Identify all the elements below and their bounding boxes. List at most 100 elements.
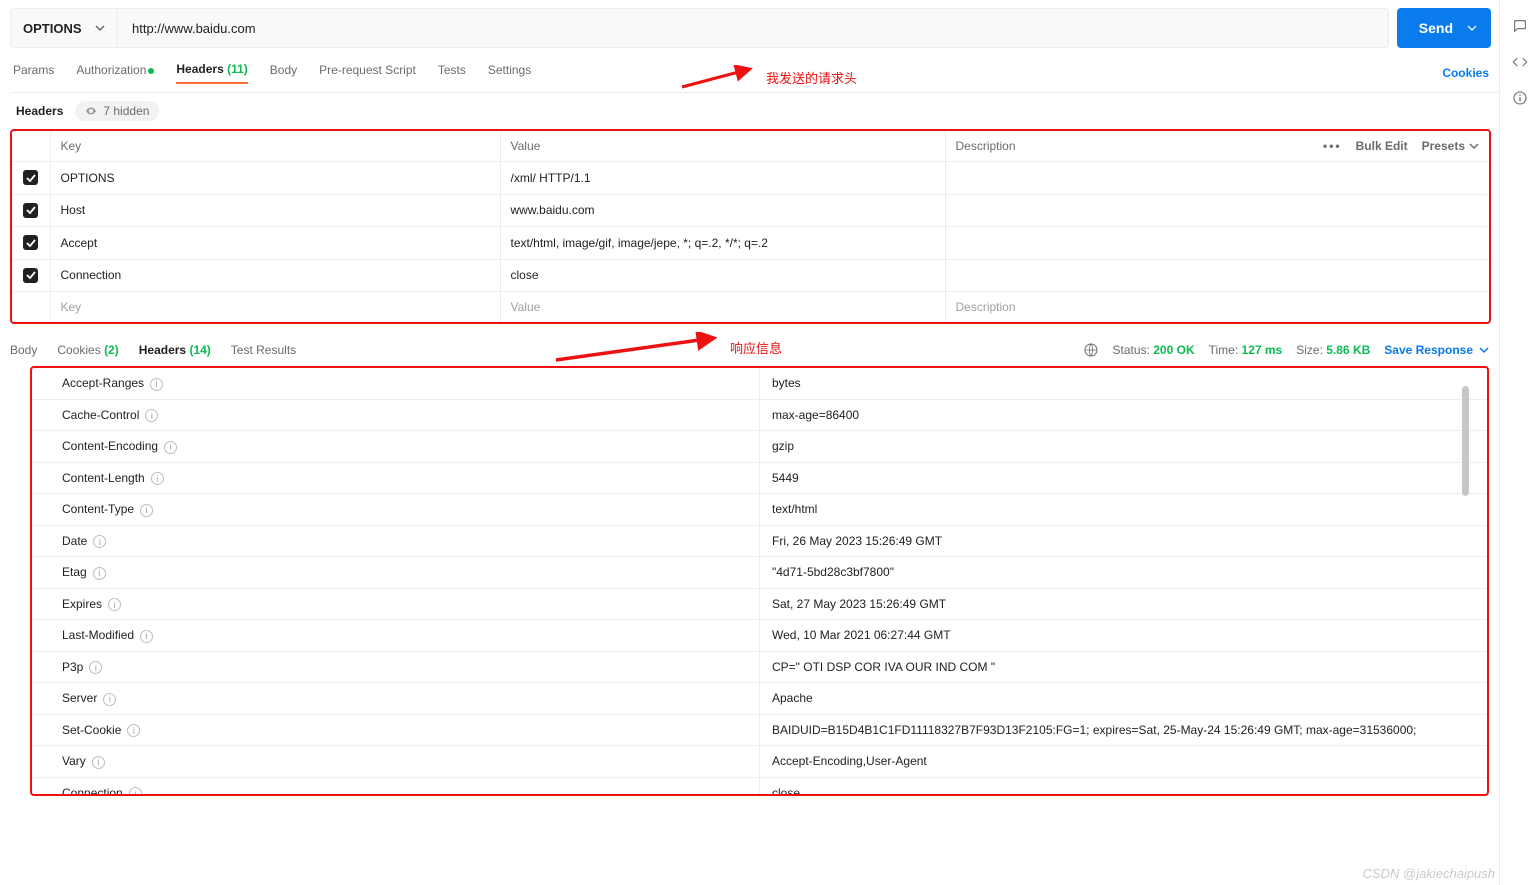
header-description[interactable] [945, 227, 1489, 260]
header-key[interactable]: OPTIONS [50, 162, 500, 195]
table-row-new[interactable]: KeyValueDescription [12, 292, 1489, 323]
scrollbar-thumb[interactable] [1462, 386, 1469, 496]
info-icon[interactable]: i [103, 693, 116, 706]
header-key[interactable]: Host [50, 194, 500, 227]
resp-tab-test-results[interactable]: Test Results [231, 343, 296, 357]
tab-body[interactable]: Body [270, 63, 297, 83]
header-value[interactable]: /xml/ HTTP/1.1 [500, 162, 945, 195]
table-row[interactable]: Accepttext/html, image/gif, image/jepe, … [12, 227, 1489, 260]
response-header-value: Fri, 26 May 2023 15:26:49 GMT [760, 525, 1488, 557]
response-header-value: BAIDUID=B15D4B1C1FD11118327B7F93D13F2105… [760, 714, 1488, 746]
response-header-value: Wed, 10 Mar 2021 06:27:44 GMT [760, 620, 1488, 652]
response-header-key: Content-Typei [32, 494, 760, 526]
hidden-headers-toggle[interactable]: 7 hidden [75, 101, 159, 121]
value-input[interactable]: Value [500, 292, 945, 323]
response-header-key: Datei [32, 525, 760, 557]
info-icon[interactable]: i [92, 756, 105, 769]
resp-tab-cookies[interactable]: Cookies (2) [57, 343, 118, 357]
method-select[interactable]: OPTIONS [10, 8, 118, 48]
table-row[interactable]: Hostwww.baidu.com [12, 194, 1489, 227]
presets-button[interactable]: Presets [1422, 139, 1479, 153]
tab-authorization[interactable]: Authorization [76, 63, 154, 83]
tab-settings[interactable]: Settings [488, 63, 531, 83]
table-row: Set-CookieiBAIDUID=B15D4B1C1FD11118327B7… [32, 714, 1487, 746]
save-response-button[interactable]: Save Response [1384, 343, 1489, 357]
size-block[interactable]: Size: 5.86 KB [1296, 343, 1370, 357]
col-key: Key [50, 131, 500, 162]
response-header-key: Content-Lengthi [32, 462, 760, 494]
tab-params[interactable]: Params [13, 63, 54, 83]
more-options-icon[interactable]: ••• [1323, 139, 1342, 153]
chevron-down-icon[interactable] [1467, 23, 1477, 33]
info-icon[interactable]: i [150, 378, 163, 391]
info-icon[interactable]: i [129, 787, 142, 794]
response-header-key: Accept-Rangesi [32, 368, 760, 399]
response-header-value: text/html [760, 494, 1488, 526]
table-row[interactable]: Connectionclose [12, 259, 1489, 292]
info-icon[interactable]: i [93, 567, 106, 580]
send-button[interactable]: Send [1397, 8, 1491, 48]
request-headers-table: Key Value Description ••• Bulk Edit Pres… [10, 129, 1491, 324]
checkbox-icon[interactable] [23, 235, 38, 250]
table-row: DateiFri, 26 May 2023 15:26:49 GMT [32, 525, 1487, 557]
code-icon[interactable] [1512, 54, 1528, 70]
right-sidebar [1499, 0, 1539, 885]
status-block[interactable]: Status: 200 OK [1113, 343, 1195, 357]
bulk-edit-button[interactable]: Bulk Edit [1356, 139, 1408, 153]
response-header-value: bytes [760, 368, 1488, 399]
table-row: P3piCP=" OTI DSP COR IVA OUR IND COM " [32, 651, 1487, 683]
table-row: Content-Encodingigzip [32, 431, 1487, 463]
key-input[interactable]: Key [50, 292, 500, 323]
network-icon[interactable] [1083, 342, 1099, 358]
chevron-down-icon [95, 23, 105, 33]
response-header-value: Apache [760, 683, 1488, 715]
response-header-value: Sat, 27 May 2023 15:26:49 GMT [760, 588, 1488, 620]
tab-tests[interactable]: Tests [438, 63, 466, 83]
table-row: Last-ModifiediWed, 10 Mar 2021 06:27:44 … [32, 620, 1487, 652]
eye-icon [85, 105, 97, 117]
col-description: Description ••• Bulk Edit Presets [945, 131, 1489, 162]
response-header-key: Content-Encodingi [32, 431, 760, 463]
tab-headers[interactable]: Headers (11) [176, 62, 247, 84]
checkbox-icon[interactable] [23, 170, 38, 185]
header-value[interactable]: www.baidu.com [500, 194, 945, 227]
table-row: VaryiAccept-Encoding,User-Agent [32, 746, 1487, 778]
info-icon[interactable]: i [145, 409, 158, 422]
header-description[interactable] [945, 162, 1489, 195]
table-row: Etagi"4d71-5bd28c3bf7800" [32, 557, 1487, 589]
response-header-key: Last-Modifiedi [32, 620, 760, 652]
table-row: Cache-Controlimax-age=86400 [32, 399, 1487, 431]
table-row: Content-Lengthi5449 [32, 462, 1487, 494]
comment-icon[interactable] [1512, 18, 1528, 34]
info-icon[interactable]: i [151, 472, 164, 485]
info-icon[interactable]: i [164, 441, 177, 454]
header-key[interactable]: Connection [50, 259, 500, 292]
table-row: Content-Typeitext/html [32, 494, 1487, 526]
table-row[interactable]: OPTIONS/xml/ HTTP/1.1 [12, 162, 1489, 195]
headers-section-label: Headers [16, 104, 63, 118]
header-key[interactable]: Accept [50, 227, 500, 260]
header-description[interactable] [945, 259, 1489, 292]
header-value[interactable]: text/html, image/gif, image/jepe, *; q=.… [500, 227, 945, 260]
info-icon[interactable]: i [140, 504, 153, 517]
description-input[interactable]: Description [945, 292, 1489, 323]
time-block[interactable]: Time: 127 ms [1209, 343, 1283, 357]
checkbox-icon[interactable] [23, 203, 38, 218]
checkbox-icon[interactable] [23, 268, 38, 283]
cookies-link[interactable]: Cookies [1442, 66, 1489, 80]
tab-prerequest[interactable]: Pre-request Script [319, 63, 416, 83]
resp-tab-headers[interactable]: Headers (14) [139, 343, 211, 357]
response-header-key: Cache-Controli [32, 399, 760, 431]
info-icon[interactable]: i [89, 661, 102, 674]
header-value[interactable]: close [500, 259, 945, 292]
info-icon[interactable]: i [140, 630, 153, 643]
header-description[interactable] [945, 194, 1489, 227]
info-icon[interactable]: i [127, 724, 140, 737]
info-icon[interactable]: i [93, 535, 106, 548]
url-input[interactable]: http://www.baidu.com [118, 8, 1389, 48]
resp-tab-body[interactable]: Body [10, 343, 37, 357]
response-header-key: Connectioni [32, 777, 760, 794]
response-header-key: P3pi [32, 651, 760, 683]
info-icon[interactable]: i [108, 598, 121, 611]
info-icon[interactable] [1512, 90, 1528, 106]
